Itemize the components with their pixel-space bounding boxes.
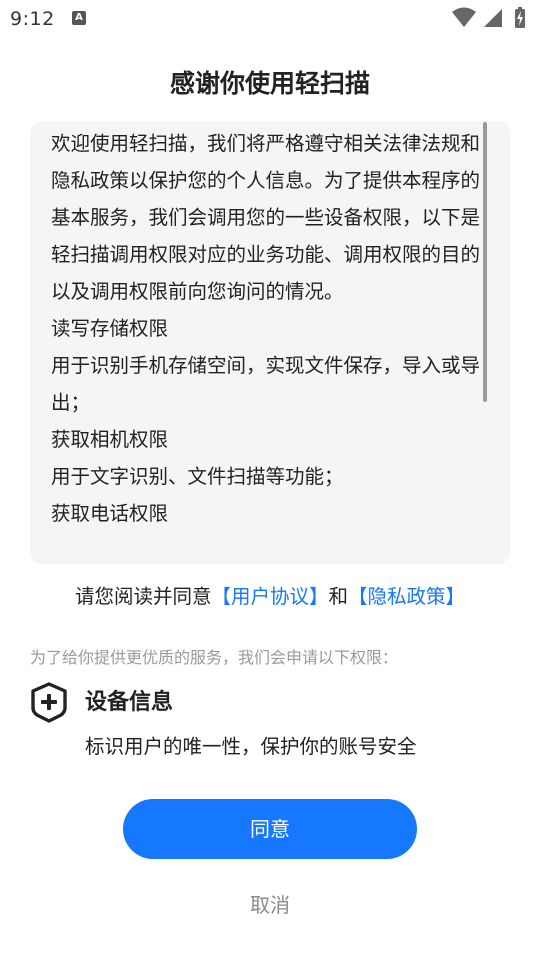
battery-charging-icon — [515, 7, 525, 28]
user-agreement-link[interactable]: 【用户协议】 — [211, 585, 328, 608]
agree-button[interactable]: 同意 — [123, 799, 417, 859]
wifi-icon — [452, 7, 476, 27]
status-time: 9:12 — [10, 8, 55, 30]
agree-prefix-text: 请您阅读并同意 — [74, 585, 212, 608]
policy-text: 欢迎使用轻扫描，我们将严格遵守相关法律法规和隐私政策以保护您的个人信息。为了提供… — [51, 125, 481, 532]
cancel-button[interactable]: 取消 — [220, 885, 320, 925]
policy-scroll-box[interactable]: 欢迎使用轻扫描，我们将严格遵守相关法律法规和隐私政策以保护您的个人信息。为了提供… — [30, 121, 510, 564]
policy-paragraph: 获取电话权限 — [51, 502, 169, 525]
policy-paragraph: 用于识别手机存储空间，实现文件保存，导入或导出； — [51, 354, 481, 414]
policy-paragraph: 欢迎使用轻扫描，我们将严格遵守相关法律法规和隐私政策以保护您的个人信息。为了提供… — [51, 132, 481, 303]
policy-paragraph: 用于文字识别、文件扫描等功能； — [51, 465, 344, 488]
permission-title: 设备信息 — [85, 690, 174, 715]
cellular-signal-icon — [484, 9, 502, 27]
agreement-line: 请您阅读并同意【用户协议】和【隐私政策】 — [0, 580, 540, 609]
permission-description: 标识用户的唯一性，保护你的账号安全 — [85, 735, 417, 758]
notification-a-icon: A — [72, 11, 86, 25]
permission-intro: 为了给你提供更优质的服务，我们会申请以下权限： — [30, 648, 399, 667]
status-bar: 9:12 A — [0, 0, 540, 38]
and-text: 和 — [328, 585, 349, 608]
status-icons — [452, 7, 532, 29]
policy-paragraph: 读写存储权限 — [51, 317, 169, 340]
privacy-policy-link[interactable]: 【隐私政策】 — [348, 585, 465, 608]
policy-paragraph: 获取相机权限 — [51, 428, 169, 451]
shield-plus-icon — [31, 682, 67, 723]
dialog-title: 感谢你使用轻扫描 — [169, 69, 370, 98]
privacy-dialog-screen: 9:12 A 感谢你使用轻扫描 欢迎使用轻扫描，我们将严格遵守相关法律法规和隐私… — [0, 0, 540, 960]
policy-scrollbar[interactable] — [483, 122, 487, 402]
